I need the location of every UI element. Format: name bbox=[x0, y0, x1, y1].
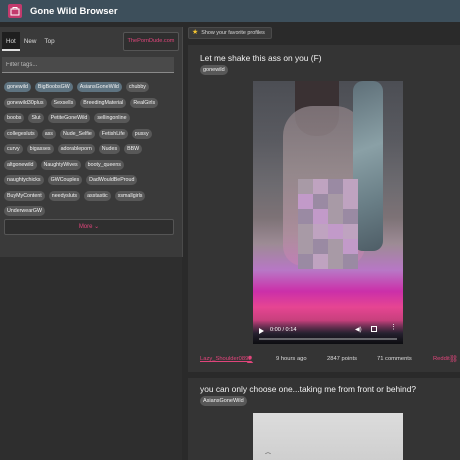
video-progress-bar[interactable] bbox=[259, 338, 397, 340]
tag-chip[interactable]: NaughtyWives bbox=[40, 159, 81, 170]
tag-chip[interactable]: BigBoobsGW bbox=[34, 82, 73, 92]
link-icon[interactable]: ⛓ bbox=[449, 355, 458, 363]
app-title: Gone Wild Browser bbox=[30, 5, 118, 17]
favorite-profiles-button[interactable]: ★ Show your favorite profiles bbox=[188, 27, 272, 39]
image-mark-icon: ⌒ bbox=[265, 454, 272, 460]
tag-chip[interactable]: PetiteGoneWild bbox=[47, 113, 91, 123]
post-title[interactable]: Let me shake this ass on you (F) bbox=[200, 53, 322, 63]
tag-chip[interactable]: GWCouples bbox=[47, 175, 83, 185]
tab-new[interactable]: New bbox=[20, 32, 41, 51]
tag-row: UnderwearGW bbox=[4, 206, 176, 216]
tag-chip[interactable]: UnderwearGW bbox=[4, 206, 46, 216]
tag-row: BuyMyContent needysluts asstastic xsmallgir… bbox=[4, 190, 176, 201]
sort-tabs: Hot New Top bbox=[2, 32, 59, 51]
more-button[interactable]: More ⌄ bbox=[4, 219, 174, 235]
tag-chip[interactable]: BuyMyContent bbox=[4, 190, 45, 201]
mute-icon[interactable]: ◀) bbox=[355, 326, 363, 334]
post-media[interactable]: ⌒ bbox=[253, 413, 403, 460]
subreddit-tag[interactable]: AsiansGoneWild bbox=[200, 396, 247, 406]
tag-chip[interactable]: Slut bbox=[28, 113, 44, 123]
tag-chip[interactable]: asstastic bbox=[84, 190, 111, 201]
tag-chip[interactable]: ass bbox=[41, 128, 56, 139]
chevron-down-icon: ⌄ bbox=[94, 224, 100, 230]
tag-chip[interactable]: FetishLife bbox=[98, 128, 128, 139]
tag-chip[interactable]: needysluts bbox=[48, 190, 81, 201]
tag-chip[interactable]: BBW bbox=[124, 144, 143, 154]
tag-chip[interactable]: booty_queens bbox=[84, 159, 124, 170]
tag-chip[interactable]: adorableporn bbox=[57, 144, 95, 154]
reddit-link[interactable]: Reddit bbox=[433, 356, 450, 362]
post-age: 9 hours ago bbox=[276, 356, 307, 362]
tag-chip[interactable]: Nudes bbox=[98, 144, 121, 154]
post-title[interactable]: you can only choose one...taking me from… bbox=[200, 384, 416, 394]
author-link[interactable]: Lazy_Shoulder0892 bbox=[200, 356, 252, 362]
tag-chip[interactable]: boobs bbox=[4, 113, 25, 123]
logo-icon[interactable] bbox=[8, 4, 22, 18]
tag-row: collegesluts ass Nude_Selfie FetishLife puss… bbox=[4, 128, 176, 139]
video-time: 0:00 / 0:14 bbox=[270, 327, 297, 333]
tag-panel: Hot New Top ThePornDude.com gonewildBigB… bbox=[0, 27, 183, 257]
tag-row: gonewild BigBoobsGW AsiansGoneWild chubby bbox=[4, 82, 176, 92]
tag-row: altgonewild NaughtyWives booty_queens bbox=[4, 159, 176, 170]
video-controls: 0:00 / 0:14 ◀) ⋮ bbox=[253, 320, 403, 344]
tag-chip[interactable]: chubby bbox=[125, 82, 149, 92]
tag-chip[interactable]: naughtychicks bbox=[4, 175, 44, 185]
tag-chip[interactable]: Nude_Selfie bbox=[59, 128, 95, 139]
subreddit-tag[interactable]: gonewild bbox=[200, 65, 228, 75]
more-label: More bbox=[78, 224, 93, 230]
tag-chip[interactable]: Sexsells bbox=[50, 97, 77, 108]
tag-chip[interactable]: bigasses bbox=[26, 144, 54, 154]
video-player[interactable]: 0:00 / 0:14 ◀) ⋮ bbox=[253, 81, 403, 344]
user-icon[interactable] bbox=[246, 355, 254, 363]
tag-row: gonewild30plus Sexsells BreedingMaterial Re… bbox=[4, 97, 176, 108]
tag-row: curvy bigasses adorableporn Nudes BBW bbox=[4, 144, 176, 154]
post-points: 2847 points bbox=[327, 356, 357, 362]
tag-chip[interactable]: collegesluts bbox=[4, 128, 38, 139]
fullscreen-icon[interactable] bbox=[371, 326, 377, 332]
sidebar: Hot New Top ThePornDude.com gonewildBigB… bbox=[0, 27, 183, 460]
tag-row: naughtychicks GWCouples DadWouldBeProud bbox=[4, 175, 176, 185]
favorite-profiles-label: Show your favorite profiles bbox=[201, 30, 265, 36]
tab-top[interactable]: Top bbox=[40, 32, 58, 51]
tag-chip[interactable]: BreedingMaterial bbox=[80, 97, 127, 108]
tag-chip[interactable]: pussy bbox=[131, 128, 152, 139]
tag-list: gonewild BigBoobsGW AsiansGoneWild chubby go… bbox=[4, 82, 176, 222]
tag-chip[interactable]: altgonewild bbox=[4, 159, 37, 170]
more-vert-icon[interactable]: ⋮ bbox=[390, 324, 397, 331]
tag-chip[interactable]: AsiansGoneWild bbox=[76, 82, 122, 92]
tag-chip[interactable]: gonewild30plus bbox=[4, 97, 47, 108]
post-comments[interactable]: 71 comments bbox=[377, 356, 412, 362]
filter-tags-input[interactable] bbox=[2, 57, 174, 73]
play-icon[interactable] bbox=[259, 328, 264, 334]
tag-chip[interactable]: RealGirls bbox=[130, 97, 159, 108]
tag-chip[interactable]: DadWouldBeProud bbox=[86, 175, 138, 185]
censor-mosaic bbox=[298, 179, 358, 269]
star-icon: ★ bbox=[192, 29, 199, 36]
app-header: Gone Wild Browser bbox=[0, 0, 460, 22]
tag-row: boobs Slut PetiteGoneWild sellingonline bbox=[4, 113, 176, 123]
brand-link-button[interactable]: ThePornDude.com bbox=[123, 32, 179, 51]
post-meta: Lazy_Shoulder0892 9 hours ago 2847 point… bbox=[188, 355, 460, 366]
tag-chip[interactable]: xsmallgirls bbox=[114, 190, 146, 201]
post-card: you can only choose one...taking me from… bbox=[188, 378, 460, 460]
post-card: Let me shake this ass on you (F) gonewil… bbox=[188, 45, 460, 372]
tab-hot[interactable]: Hot bbox=[2, 32, 20, 51]
tag-chip[interactable]: sellingonline bbox=[94, 113, 130, 123]
tag-chip[interactable]: gonewild bbox=[4, 82, 31, 92]
tag-chip[interactable]: curvy bbox=[4, 144, 23, 154]
